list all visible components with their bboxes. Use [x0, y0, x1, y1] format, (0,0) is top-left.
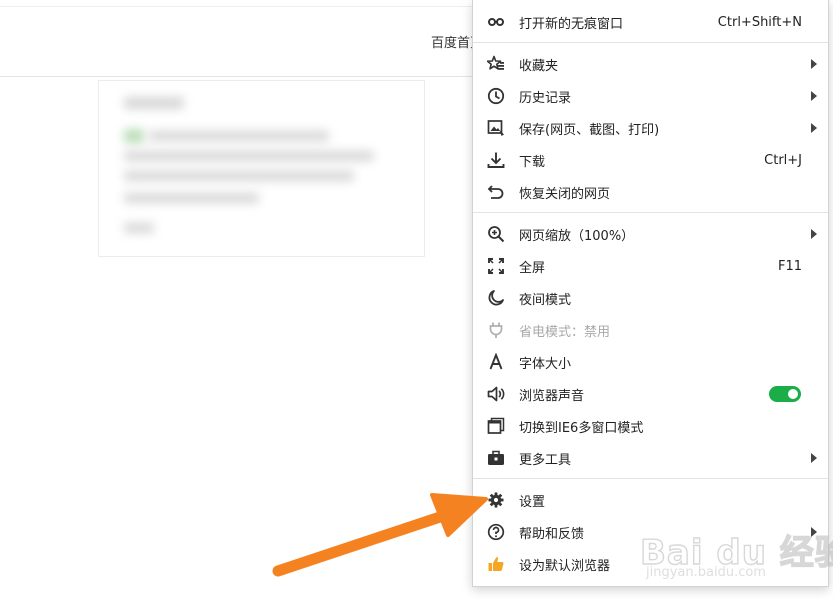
submenu-arrow-icon — [811, 527, 817, 537]
menu-item-label: 字体大小 — [519, 356, 572, 372]
menu-item-font-size[interactable]: 字体大小 — [473, 346, 828, 378]
menu-item-night-mode[interactable]: 夜间模式 — [473, 282, 828, 314]
toolbox-icon — [473, 442, 519, 474]
menu-item-save[interactable]: 保存(网页、截图、打印) — [473, 112, 828, 144]
menu-item-label: 网页缩放（100%） — [519, 228, 635, 244]
help-icon — [473, 516, 519, 548]
favorites-star-icon — [473, 48, 519, 80]
menu-item-label: 打开新的无痕窗口 — [519, 16, 624, 32]
windows-icon — [473, 410, 519, 442]
menu-item-browser-sound[interactable]: 浏览器声音 — [473, 378, 828, 410]
menu-item-label: 收藏夹 — [519, 58, 559, 74]
menu-item-label: 夜间模式 — [519, 292, 572, 308]
blurred-content-card — [98, 80, 425, 257]
submenu-arrow-icon — [811, 123, 817, 133]
menu-separator — [473, 212, 828, 213]
moon-icon — [473, 282, 519, 314]
menu-item-shortcut: Ctrl+Shift+N — [717, 14, 802, 30]
download-icon — [473, 144, 519, 176]
menu-item-help-feedback[interactable]: 帮助和反馈 — [473, 516, 828, 548]
menu-item-shortcut: F11 — [777, 258, 802, 274]
submenu-arrow-icon — [811, 59, 817, 69]
save-image-icon — [473, 112, 519, 144]
speaker-icon — [473, 378, 519, 410]
menu-item-shortcut: Ctrl+J — [764, 152, 802, 168]
gear-icon — [473, 484, 519, 516]
menu-item-favorites[interactable]: 收藏夹 — [473, 48, 828, 80]
undo-icon — [473, 176, 519, 208]
menu-item-label: 设置 — [519, 494, 546, 510]
fullscreen-icon — [473, 250, 519, 282]
thumbs-up-icon — [473, 548, 519, 580]
menu-item-label: 下载 — [519, 154, 546, 170]
zoom-in-icon — [473, 218, 519, 250]
history-clock-icon — [473, 80, 519, 112]
menu-item-new-incognito-window[interactable]: 打开新的无痕窗口 Ctrl+Shift+N — [473, 6, 828, 38]
header-divider — [0, 6, 472, 7]
toggle-knob — [788, 389, 798, 399]
menu-separator — [473, 42, 828, 43]
menu-item-zoom[interactable]: 网页缩放（100%） — [473, 218, 828, 250]
sound-toggle-switch[interactable] — [769, 386, 801, 402]
menu-item-ie6-mode[interactable]: 切换到IE6多窗口模式 — [473, 410, 828, 442]
menu-item-label: 设为默认浏览器 — [519, 558, 611, 574]
menu-item-set-default-browser[interactable]: 设为默认浏览器 — [473, 548, 828, 580]
menu-item-label: 历史记录 — [519, 90, 572, 106]
submenu-arrow-icon — [811, 453, 817, 463]
submenu-arrow-icon — [811, 91, 817, 101]
menu-item-label: 保存(网页、截图、打印) — [519, 122, 660, 138]
menu-item-label: 全屏 — [519, 260, 546, 276]
menu-item-reopen-closed[interactable]: 恢复关闭的网页 — [473, 176, 828, 208]
menu-item-more-tools[interactable]: 更多工具 — [473, 442, 828, 474]
font-size-icon — [473, 346, 519, 378]
browser-main-menu: 打开新的无痕窗口 Ctrl+Shift+N 收藏夹 历史记录 保存(网页、截图、… — [472, 0, 829, 587]
menu-item-downloads[interactable]: 下载 Ctrl+J — [473, 144, 828, 176]
incognito-icon — [473, 6, 519, 38]
menu-item-power-saving: 省电模式：禁用 — [473, 314, 828, 346]
menu-item-settings[interactable]: 设置 — [473, 484, 828, 516]
menu-separator — [473, 478, 828, 479]
menu-item-history[interactable]: 历史记录 — [473, 80, 828, 112]
submenu-arrow-icon — [811, 229, 817, 239]
menu-item-label: 切换到IE6多窗口模式 — [519, 420, 644, 436]
menu-item-label: 省电模式：禁用 — [519, 324, 611, 340]
menu-item-label: 更多工具 — [519, 452, 572, 468]
menu-item-label: 恢复关闭的网页 — [519, 186, 611, 202]
menu-item-fullscreen[interactable]: 全屏 F11 — [473, 250, 828, 282]
plug-icon — [473, 314, 519, 346]
menu-item-label: 帮助和反馈 — [519, 526, 585, 542]
